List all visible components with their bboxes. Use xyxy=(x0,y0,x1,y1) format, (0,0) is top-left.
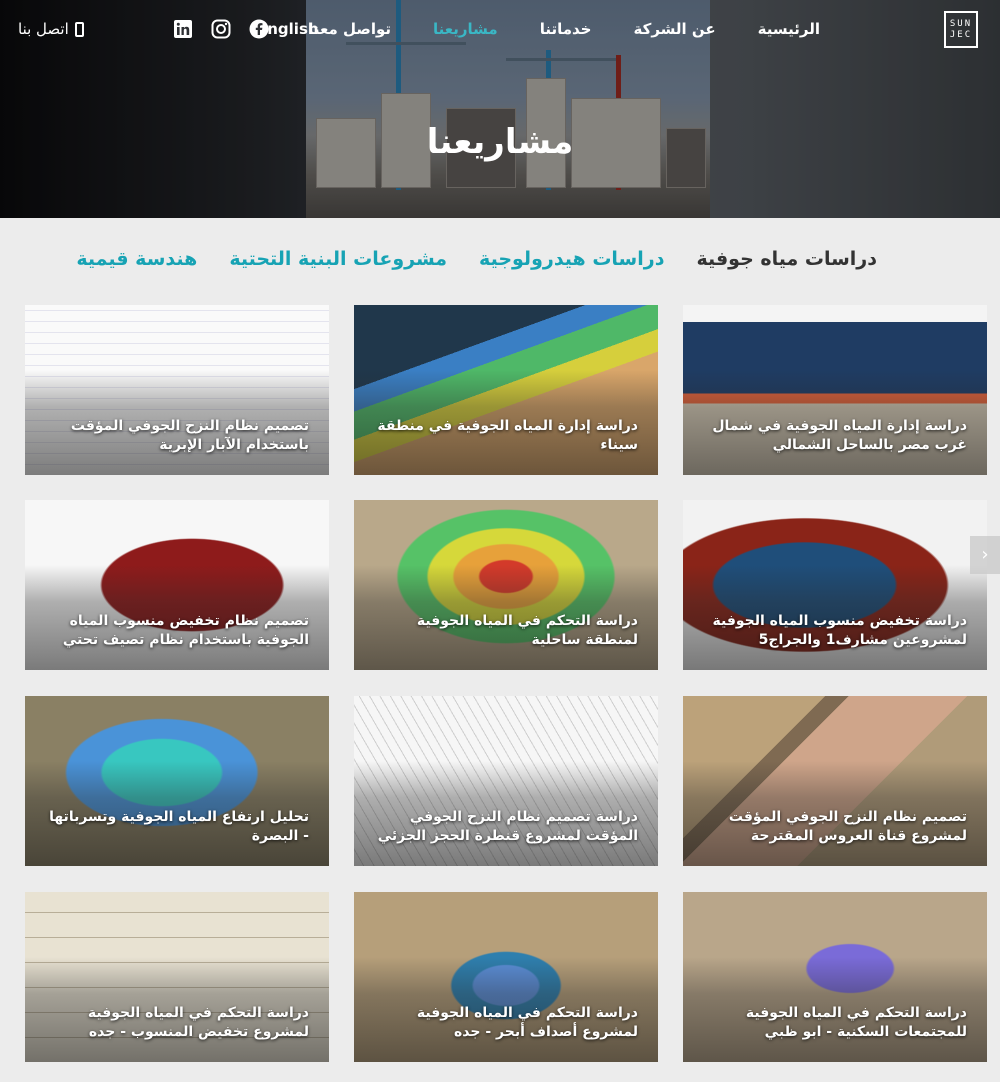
project-card[interactable]: دراسة التحكم في المياه الجوفية للمجتمعات… xyxy=(683,892,987,1062)
tab-3[interactable]: هندسة قيمية xyxy=(76,248,197,270)
project-title[interactable]: تصميم نظام تخفيض منسوب المياه الجوفية با… xyxy=(43,612,309,650)
nav-link-2[interactable]: خدماتنا xyxy=(540,20,592,38)
project-card[interactable]: تصميم نظام النزح الجوفي المؤقت لمشروع قن… xyxy=(683,696,987,866)
tab-1[interactable]: دراسات هيدرولوجية xyxy=(479,248,664,270)
nav-link-0[interactable]: الرئيسية xyxy=(758,20,820,38)
nav-links: الرئيسية عن الشركة خدماتنا مشاريعنا تواصل مع… xyxy=(266,20,820,38)
project-card[interactable]: دراسة تصميم نظام النزح الجوفي المؤقت لمش… xyxy=(354,696,658,866)
project-card[interactable]: دراسة التحكم في المياه الجوفية لمشروع تخ… xyxy=(25,892,329,1062)
linkedin-icon[interactable] xyxy=(173,19,193,39)
project-card[interactable]: دراسة تخفيض منسوب المياه الجوفية لمشروعي… xyxy=(683,500,987,670)
project-title[interactable]: دراسة التحكم في المياه الجوفية لمشروع تخ… xyxy=(43,1004,309,1042)
contact-us-link[interactable]: اتصل بنا xyxy=(18,20,84,38)
project-card[interactable]: دراسة التحكم في المياه الجوفية لمنطقة سا… xyxy=(354,500,658,670)
nav-link-3[interactable]: مشاريعنا xyxy=(433,20,498,38)
logo-line2: JEC xyxy=(949,30,973,40)
facebook-icon[interactable] xyxy=(249,19,269,39)
page-title: مشاريعنا xyxy=(426,122,574,162)
projects-grid: دراسة إدارة المياه الجوفية في شمال غرب م… xyxy=(25,305,987,1065)
nav-link-1[interactable]: عن الشركة xyxy=(634,20,716,38)
tab-0[interactable]: دراسات مياه جوفية xyxy=(696,248,877,270)
project-title[interactable]: تصميم نظام النزح الجوفي المؤقت باستخدام … xyxy=(43,417,309,455)
nav-link-4[interactable]: تواصل معنا xyxy=(308,20,391,38)
project-title[interactable]: دراسة التحكم في المياه الجوفية للمجتمعات… xyxy=(701,1004,967,1042)
project-card[interactable]: دراسة إدارة المياه الجوفية في شمال غرب م… xyxy=(683,305,987,475)
project-card[interactable]: تصميم نظام النزح الجوفي المؤقت باستخدام … xyxy=(25,305,329,475)
tab-2[interactable]: مشروعات البنية التحتية xyxy=(229,248,447,270)
project-title[interactable]: دراسة تخفيض منسوب المياه الجوفية لمشروعي… xyxy=(701,612,967,650)
project-title[interactable]: دراسة إدارة المياه الجوفية في منطقة سينا… xyxy=(372,417,638,455)
company-logo[interactable]: SUN JEC xyxy=(944,11,978,48)
scroll-side-button[interactable]: ‹ xyxy=(970,536,1000,574)
project-card[interactable]: دراسة إدارة المياه الجوفية في منطقة سينا… xyxy=(354,305,658,475)
instagram-icon[interactable] xyxy=(211,19,231,39)
project-title[interactable]: دراسة إدارة المياه الجوفية في شمال غرب م… xyxy=(701,417,967,455)
project-title[interactable]: دراسة التحكم في المياه الجوفية لمشروع أص… xyxy=(372,1004,638,1042)
project-card[interactable]: تحليل ارتفاع المياه الجوفية وتسرباتها - … xyxy=(25,696,329,866)
project-title[interactable]: دراسة التحكم في المياه الجوفية لمنطقة سا… xyxy=(372,612,638,650)
project-title[interactable]: دراسة تصميم نظام النزح الجوفي المؤقت لمش… xyxy=(372,808,638,846)
logo-line1: SUN xyxy=(949,19,973,29)
phone-icon xyxy=(74,21,84,37)
project-title[interactable]: تحليل ارتفاع المياه الجوفية وتسرباتها - … xyxy=(43,808,309,846)
category-tabs: دراسات مياه جوفية دراسات هيدرولوجية مشروعا… xyxy=(44,248,877,270)
project-title[interactable]: تصميم نظام النزح الجوفي المؤقت لمشروع قن… xyxy=(701,808,967,846)
social-links xyxy=(173,19,269,39)
project-card[interactable]: تصميم نظام تخفيض منسوب المياه الجوفية با… xyxy=(25,500,329,670)
top-navigation: SUN JEC الرئيسية عن الشركة خدماتنا مشاريعنا… xyxy=(0,0,1000,60)
project-card[interactable]: دراسة التحكم في المياه الجوفية لمشروع أص… xyxy=(354,892,658,1062)
contact-label: اتصل بنا xyxy=(18,20,69,38)
